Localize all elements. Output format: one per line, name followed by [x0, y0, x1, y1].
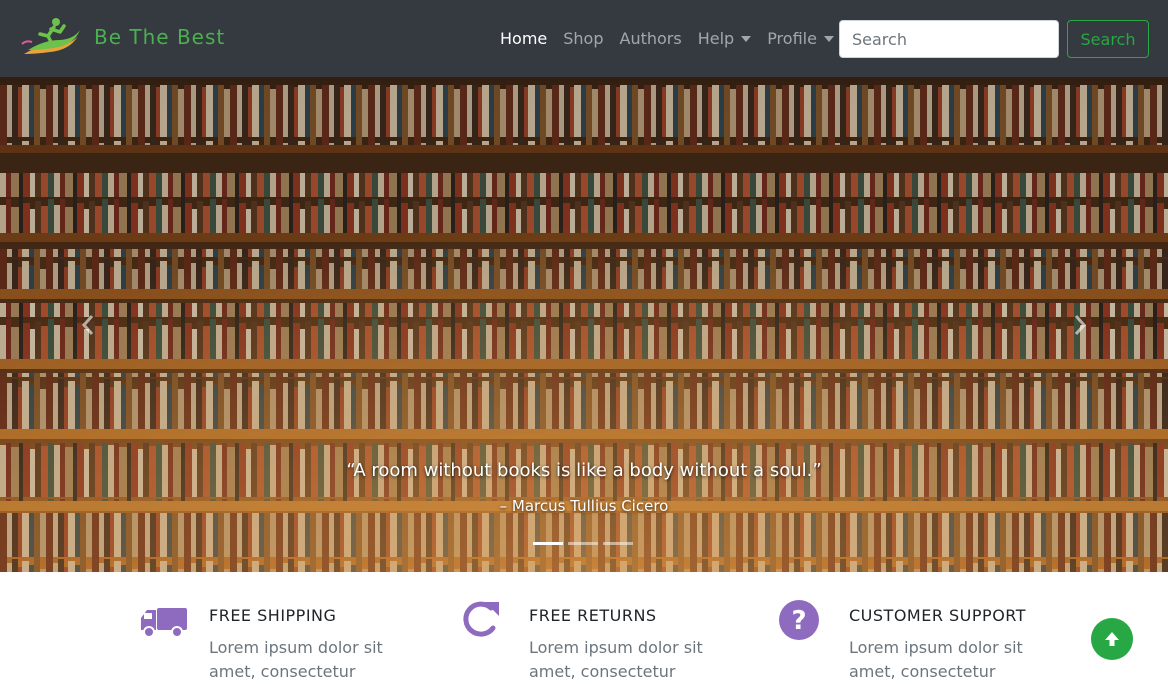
carousel-indicators — [533, 542, 638, 545]
search-input[interactable] — [839, 20, 1059, 58]
nav-home-label: Home — [500, 29, 548, 48]
hero-carousel: “A room without books is like a body wit… — [0, 77, 1168, 572]
navbar: Be The Best Home Shop Authors Help Profi… — [0, 0, 1168, 77]
carousel-quote-author: – Marcus Tullius Cicero — [499, 497, 669, 515]
feature-title: FREE SHIPPING — [209, 606, 337, 625]
carousel-quote: “A room without books is like a body wit… — [346, 460, 822, 481]
carousel-indicator-2[interactable] — [568, 542, 598, 545]
nav-help-dropdown[interactable]: Help — [697, 29, 752, 48]
carousel-indicator-3[interactable] — [603, 542, 633, 545]
caret-down-icon — [823, 35, 834, 42]
feature-title: CUSTOMER SUPPORT — [849, 606, 1027, 625]
carousel-indicator-1[interactable] — [533, 542, 563, 545]
caret-down-icon — [741, 35, 752, 42]
nav-authors-label: Authors — [619, 29, 682, 48]
arrow-up-icon — [1105, 632, 1119, 646]
nav-shop[interactable]: Shop — [563, 29, 603, 48]
runner-logo-icon — [21, 18, 80, 54]
nav-profile-dropdown[interactable]: Profile — [767, 29, 834, 48]
carousel-prev-button[interactable] — [73, 307, 103, 343]
nav-help-label: Help — [697, 29, 735, 48]
search-button[interactable]: Search — [1067, 20, 1149, 58]
chevron-left-icon — [81, 315, 94, 335]
truck-icon — [141, 608, 187, 638]
nav-home[interactable]: Home — [500, 29, 547, 48]
nav-shop-label: Shop — [563, 29, 604, 48]
feature-title: FREE RETURNS — [529, 606, 657, 625]
nav-authors[interactable]: Authors — [620, 29, 682, 48]
redo-icon — [463, 601, 499, 637]
svg-text:?: ? — [791, 606, 806, 636]
carousel-next-button[interactable] — [1065, 307, 1095, 343]
main-nav: Home Shop Authors Help Profile — [500, 0, 850, 77]
question-circle-icon: ? — [779, 600, 819, 640]
chevron-right-icon — [1074, 315, 1087, 335]
brand[interactable]: Be The Best — [20, 14, 225, 60]
back-to-top-button[interactable] — [1091, 618, 1133, 660]
brand-name: Be The Best — [94, 25, 226, 49]
nav-profile-label: Profile — [767, 29, 817, 48]
